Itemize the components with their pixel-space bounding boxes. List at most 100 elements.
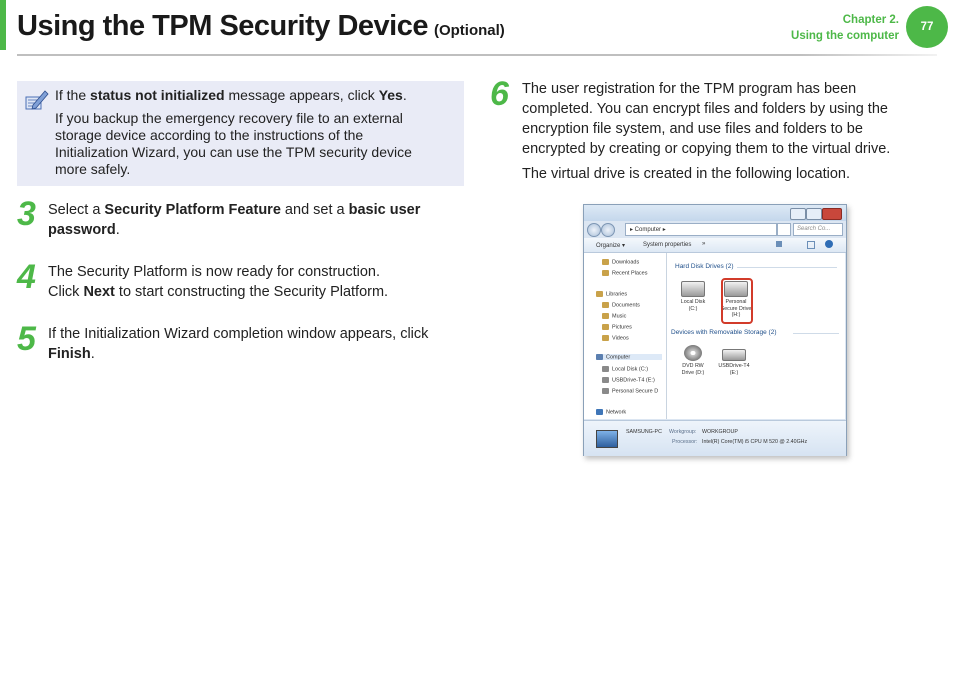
header-accent-bar bbox=[0, 0, 6, 50]
dvd-drive-icon bbox=[684, 345, 702, 361]
step-5-number: 5 bbox=[17, 320, 36, 358]
nav-label: Computer bbox=[606, 354, 631, 361]
nav-label: Libraries bbox=[606, 291, 628, 298]
nav-label: Downloads bbox=[612, 259, 640, 266]
drive-dvd-rw: DVD RW Drive (D:) bbox=[676, 345, 710, 376]
nav-item-videos: Videos bbox=[602, 335, 629, 341]
details-workgroup-label: Workgroup: bbox=[669, 429, 697, 435]
details-processor: Intel(R) Core(TM) i5 CPU M 520 @ 2.40GHz bbox=[702, 439, 808, 445]
folder-icon bbox=[602, 270, 609, 276]
step-bold: Finish bbox=[48, 346, 91, 362]
usb-drive-icon bbox=[722, 349, 746, 361]
details-pc-name: SAMSUNG-PC bbox=[626, 429, 662, 435]
step-3-text: Select a Security Platform Feature and s… bbox=[48, 200, 458, 240]
note-line-1: If the status not initialized message ap… bbox=[55, 87, 435, 104]
folder-icon bbox=[602, 259, 609, 265]
folder-icon bbox=[596, 291, 603, 297]
toolbar-more: » bbox=[702, 241, 706, 247]
system-properties-button: System properties bbox=[643, 242, 692, 248]
nav-item-network: Network bbox=[596, 409, 626, 415]
search-box: Search Co... bbox=[793, 223, 843, 236]
explorer-window-screenshot: ▸ Computer ▸ Search Co... Organize ▾ Sys… bbox=[583, 204, 847, 456]
explorer-content-pane: Hard Disk Drives (2) Local Disk (C:) Per… bbox=[667, 253, 845, 419]
note-box: If the status not initialized message ap… bbox=[17, 81, 464, 186]
section-hard-disk-drives: Hard Disk Drives (2) bbox=[675, 263, 734, 270]
forward-icon bbox=[601, 223, 615, 237]
step-text-part: to start constructing the Security Platf… bbox=[114, 284, 389, 300]
drive-label: DVD RW Drive (D:) bbox=[681, 363, 705, 376]
address-text: ▸ Computer ▸ bbox=[630, 227, 666, 233]
step-6-paragraph-2: The virtual drive is created in the foll… bbox=[522, 166, 851, 182]
picture-icon bbox=[602, 324, 609, 330]
nav-item-local-disk: Local Disk (C:) bbox=[602, 366, 648, 372]
nav-label: Local Disk (C:) bbox=[612, 366, 649, 373]
drive-icon bbox=[602, 377, 609, 383]
header-divider bbox=[17, 54, 937, 56]
nav-label: Pictures bbox=[612, 324, 632, 331]
drive-local-disk-c: Local Disk (C:) bbox=[676, 281, 710, 312]
nav-item-computer: Computer bbox=[596, 354, 662, 361]
page-number-badge: 77 bbox=[906, 6, 948, 48]
nav-label: Music bbox=[612, 313, 627, 320]
section-removable-storage: Devices with Removable Storage (2) bbox=[671, 329, 777, 336]
step-text-part: Click bbox=[48, 284, 84, 300]
drive-icon bbox=[602, 388, 609, 394]
page-title-suffix: (Optional) bbox=[433, 22, 505, 39]
explorer-address-row: ▸ Computer ▸ Search Co... bbox=[587, 222, 843, 237]
drive-label: Local Disk (C:) bbox=[680, 299, 706, 312]
step-text-part: and set a bbox=[280, 202, 349, 218]
step-6-paragraph-1: The user registration for the TPM progra… bbox=[522, 81, 891, 157]
view-icon bbox=[776, 241, 782, 247]
pencil-note-icon bbox=[25, 90, 49, 110]
computer-icon bbox=[596, 354, 603, 360]
preview-pane-icon bbox=[807, 241, 815, 249]
folder-icon bbox=[602, 302, 609, 308]
step-text-part: . bbox=[115, 222, 120, 238]
chapter-title: Using the computer bbox=[791, 30, 899, 42]
nav-item-usb-drive: USBDrive-T4 (E:) bbox=[602, 377, 655, 383]
nav-label: Videos bbox=[612, 335, 629, 342]
step-5-text: If the Initialization Wizard completion … bbox=[48, 324, 463, 364]
details-processor-label: Processor: bbox=[672, 439, 698, 445]
nav-item-downloads: Downloads bbox=[602, 259, 639, 265]
step-3-number: 3 bbox=[17, 195, 36, 233]
nav-label: Network bbox=[606, 409, 627, 416]
refresh-icon bbox=[777, 223, 791, 236]
nav-item-pictures: Pictures bbox=[602, 324, 632, 330]
nav-item-personal-secure: Personal Secure D bbox=[602, 388, 658, 394]
nav-label: USBDrive-T4 (E:) bbox=[612, 377, 655, 384]
note-bold-yes: Yes bbox=[378, 87, 403, 103]
organize-menu: Organize ▾ bbox=[596, 243, 626, 249]
nav-item-documents: Documents bbox=[602, 302, 640, 308]
step-text-part: . bbox=[90, 346, 95, 362]
note-text: If the bbox=[55, 87, 91, 103]
hard-drive-icon bbox=[681, 281, 705, 297]
step-text-part: If the Initialization Wizard completion … bbox=[48, 326, 429, 342]
nav-item-libraries: Libraries bbox=[596, 291, 627, 297]
section-divider bbox=[793, 333, 839, 334]
network-icon bbox=[596, 409, 603, 415]
help-icon bbox=[825, 240, 833, 248]
close-icon bbox=[822, 208, 842, 220]
note-line-2: If you backup the emergency recovery fil… bbox=[55, 110, 412, 177]
step-4-number: 4 bbox=[17, 258, 36, 296]
nav-label: Personal Secure D bbox=[612, 388, 659, 395]
back-icon bbox=[587, 223, 601, 237]
nav-label: Recent Places bbox=[612, 270, 648, 277]
drive-icon bbox=[602, 366, 609, 372]
explorer-nav-pane: Downloads Recent Places Libraries Docume… bbox=[584, 253, 667, 419]
minimize-icon bbox=[790, 208, 806, 220]
computer-icon bbox=[596, 430, 618, 448]
nav-item-recent-places: Recent Places bbox=[602, 270, 647, 276]
page-title: Using the TPM Security Device (Optional) bbox=[17, 10, 505, 43]
step-6-number: 6 bbox=[490, 75, 509, 113]
chapter-label: Chapter 2. Using the computer bbox=[791, 12, 899, 44]
maximize-icon bbox=[806, 208, 822, 220]
note-text: . bbox=[402, 87, 407, 103]
section-divider bbox=[737, 267, 837, 268]
video-icon bbox=[602, 335, 609, 341]
drive-usb: USBDrive-T4 (E:) bbox=[717, 345, 751, 376]
step-text-part: The Security Platform is now ready for c… bbox=[48, 264, 381, 280]
search-placeholder: Search Co... bbox=[797, 226, 831, 232]
chapter-number: Chapter 2. bbox=[842, 14, 899, 26]
